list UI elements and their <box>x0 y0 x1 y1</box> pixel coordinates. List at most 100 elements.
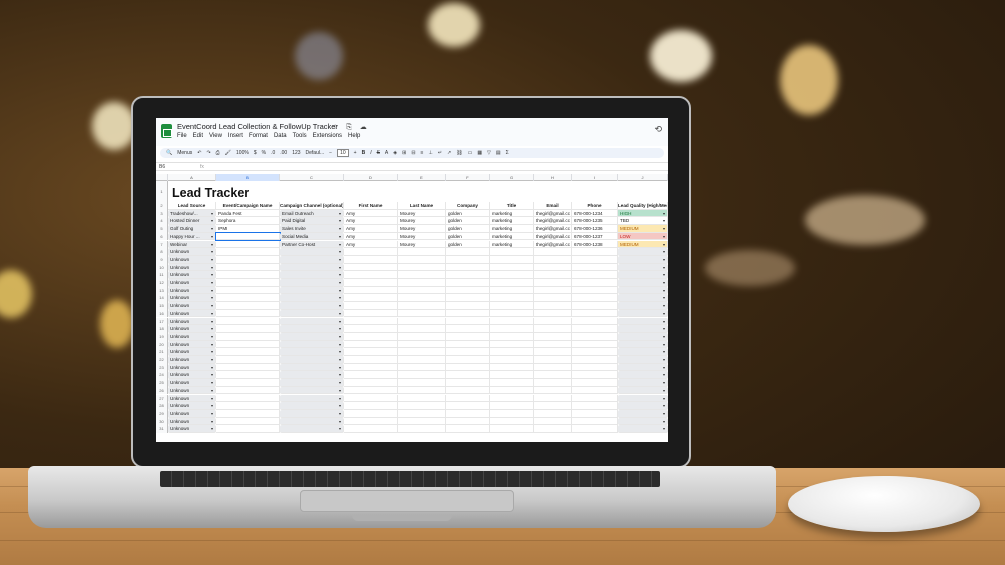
font-select[interactable]: Defaul... <box>306 150 325 156</box>
cell[interactable] <box>398 371 446 380</box>
dropdown-chevron-icon[interactable]: ▾ <box>663 287 665 294</box>
cell-source[interactable]: Unknown ▾ <box>168 379 216 387</box>
cell[interactable] <box>534 425 572 433</box>
cell[interactable] <box>216 394 280 403</box>
dropdown-chevron-icon[interactable]: ▾ <box>339 418 341 425</box>
cell-channel[interactable]: ▾ <box>280 332 344 341</box>
cell[interactable] <box>216 279 280 287</box>
cell[interactable] <box>490 271 534 279</box>
header-cell[interactable]: Event/Campaign Name <box>216 202 280 210</box>
cell-quality[interactable]: ▾ <box>618 279 668 287</box>
dropdown-chevron-icon[interactable]: ▾ <box>339 364 341 371</box>
dropdown-chevron-icon[interactable]: ▾ <box>339 425 341 432</box>
dropdown-chevron-icon[interactable]: ▾ <box>211 356 213 363</box>
cell-channel[interactable]: ▾ <box>280 379 344 387</box>
cell-last[interactable]: Mourey <box>398 240 446 249</box>
cell-first[interactable]: Amy <box>344 240 398 249</box>
menu-item-format[interactable]: Format <box>249 133 268 139</box>
row-number[interactable]: 23 <box>156 363 168 372</box>
views-icon[interactable]: ▤ <box>496 150 501 156</box>
cell-quality[interactable]: ▾ <box>618 409 668 418</box>
sheet-title[interactable]: Lead Tracker <box>172 186 249 200</box>
cell[interactable] <box>216 371 280 380</box>
cell[interactable] <box>398 317 446 326</box>
cell[interactable] <box>398 286 446 295</box>
dropdown-chevron-icon[interactable]: ▾ <box>663 256 665 263</box>
dropdown-chevron-icon[interactable]: ▾ <box>663 395 665 402</box>
chart-icon[interactable]: ▦ <box>477 150 482 156</box>
cell-quality[interactable]: ▾ <box>618 363 668 372</box>
cell[interactable] <box>216 356 280 364</box>
cell[interactable] <box>446 279 490 287</box>
cell[interactable] <box>446 286 490 295</box>
cell[interactable] <box>216 332 280 341</box>
cell[interactable] <box>398 325 446 333</box>
cell[interactable] <box>398 263 446 272</box>
document-title[interactable]: EventCoord Lead Collection & FollowUp Tr… <box>177 122 338 131</box>
cell[interactable] <box>344 356 398 364</box>
cell-source[interactable]: Unknown ▾ <box>168 309 216 318</box>
cell-title[interactable]: marketing <box>490 240 534 249</box>
cell[interactable] <box>572 309 618 318</box>
font-size-input[interactable]: 10 <box>337 149 349 157</box>
cell[interactable] <box>534 279 572 287</box>
cell[interactable] <box>446 325 490 333</box>
cell[interactable] <box>216 379 280 387</box>
header-cell[interactable]: Email <box>534 202 572 210</box>
cell-quality[interactable]: ▾ <box>618 340 668 349</box>
cell-quality[interactable]: ▾ <box>618 348 668 356</box>
cell[interactable] <box>446 317 490 326</box>
cell[interactable] <box>446 386 490 395</box>
cell[interactable] <box>344 417 398 426</box>
cell[interactable] <box>344 263 398 272</box>
dropdown-chevron-icon[interactable]: ▾ <box>339 264 341 271</box>
dropdown-chevron-icon[interactable]: ▾ <box>211 402 213 409</box>
dropdown-chevron-icon[interactable]: ▾ <box>663 248 665 255</box>
cell[interactable] <box>216 309 280 318</box>
column-header-b[interactable]: B <box>216 174 280 181</box>
header-cell[interactable]: Campaign Channel (optional) <box>280 202 344 210</box>
cell-quality[interactable]: ▾ <box>618 402 668 410</box>
header-cell[interactable]: Title <box>490 202 534 210</box>
cell[interactable] <box>534 356 572 364</box>
cell[interactable] <box>398 294 446 303</box>
cell-channel[interactable]: ▾ <box>280 409 344 418</box>
cell[interactable] <box>534 332 572 341</box>
redo-icon[interactable]: ↷ <box>206 150 210 156</box>
cell[interactable] <box>398 394 446 403</box>
cell[interactable] <box>490 248 534 256</box>
cell[interactable] <box>490 409 534 418</box>
row-number[interactable]: 28 <box>156 402 168 410</box>
row-number[interactable]: 5 <box>156 225 168 233</box>
cell-email[interactable]: thegirl@gmail.cc <box>534 217 572 226</box>
dropdown-chevron-icon[interactable]: ▾ <box>339 318 341 325</box>
cell[interactable] <box>572 348 618 356</box>
cell[interactable] <box>216 263 280 272</box>
cell-source[interactable]: Unknown ▾ <box>168 348 216 356</box>
row-number[interactable]: 1 <box>156 181 168 202</box>
cell[interactable] <box>534 317 572 326</box>
cell[interactable] <box>490 394 534 403</box>
dropdown-chevron-icon[interactable]: ▾ <box>211 241 213 248</box>
cell[interactable] <box>534 340 572 349</box>
cell[interactable] <box>216 325 280 333</box>
strikethrough-icon[interactable]: S <box>377 150 380 156</box>
dropdown-chevron-icon[interactable]: ▾ <box>339 217 341 224</box>
dropdown-chevron-icon[interactable]: ▾ <box>211 217 213 224</box>
filter-icon[interactable]: ▽ <box>487 150 491 156</box>
cell[interactable] <box>344 255 398 264</box>
cell-quality[interactable]: ▾ <box>618 317 668 326</box>
dropdown-chevron-icon[interactable]: ▾ <box>663 217 665 224</box>
dropdown-chevron-icon[interactable]: ▾ <box>211 256 213 263</box>
cell-source[interactable]: Unknown ▾ <box>168 356 216 364</box>
cell-source[interactable]: Unknown ▾ <box>168 425 216 433</box>
row-number[interactable]: 3 <box>156 209 168 218</box>
cell[interactable] <box>344 348 398 356</box>
cell[interactable] <box>216 294 280 303</box>
cell[interactable] <box>216 348 280 356</box>
cell[interactable] <box>398 271 446 279</box>
cell-quality[interactable]: ▾ <box>618 271 668 279</box>
cell-source[interactable]: Unknown ▾ <box>168 371 216 380</box>
dropdown-chevron-icon[interactable]: ▾ <box>663 402 665 409</box>
cell[interactable] <box>490 302 534 310</box>
